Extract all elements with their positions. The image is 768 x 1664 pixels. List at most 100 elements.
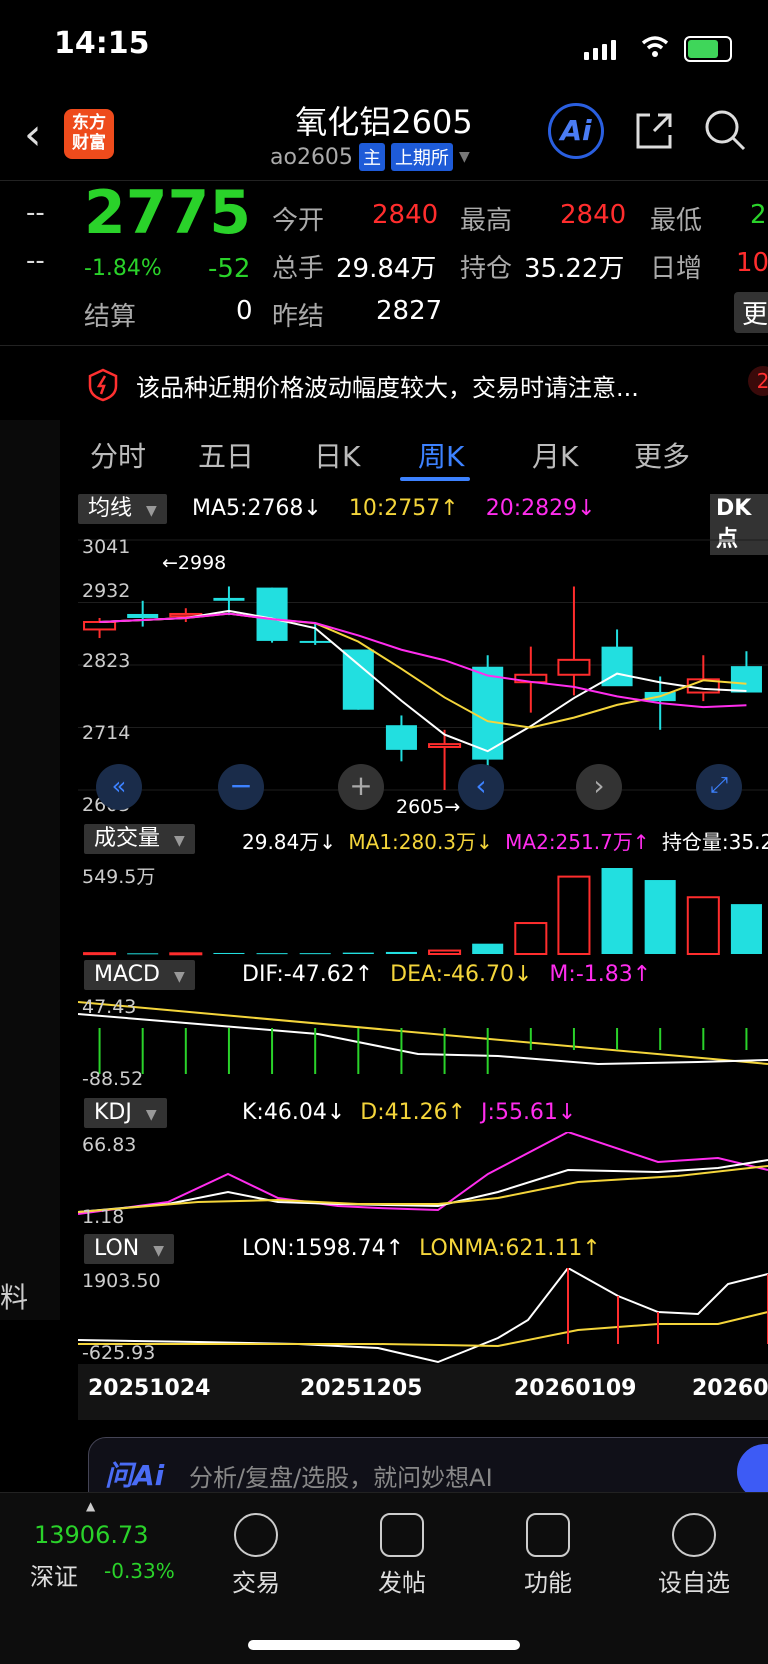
y-label: -625.93 — [82, 1342, 156, 1364]
oi-summary: 持仓量:35.22 — [661, 830, 768, 854]
nav-add-watchlist[interactable]: 设自选 — [644, 1513, 744, 1598]
main-contract-tag: 主 — [358, 143, 385, 171]
nav-label: 交易 — [232, 1569, 280, 1597]
prev-settle-label: 昨结 — [272, 302, 325, 332]
macd-chart[interactable] — [78, 994, 768, 1090]
risk-notice[interactable]: 该品种近期价格波动幅度较大，交易时请注意... 2 — [0, 350, 768, 420]
bottom-nav: ▲ 13906.73 深证 -0.33% 交易 发帖 功能 设自选 — [0, 1492, 768, 1664]
volume-bar[interactable] — [213, 952, 245, 954]
volume-bar[interactable] — [169, 952, 203, 956]
candle-body[interactable] — [256, 587, 288, 641]
yen-icon — [234, 1513, 278, 1557]
candle-body[interactable] — [342, 649, 374, 710]
nav-trade[interactable]: 交易 — [206, 1513, 306, 1598]
edit-icon — [380, 1513, 424, 1557]
lon-indicator-select[interactable]: LON ▼ — [84, 1234, 175, 1264]
volume-bar[interactable] — [385, 951, 417, 954]
candle-body[interactable] — [428, 743, 462, 748]
macd-m: M:-1.83↑ — [549, 962, 652, 987]
more-dots-icon — [672, 1513, 716, 1557]
header: ‹ 东方财富 氧化铝2605 ao2605 主 上期所 ▼ Ai — [0, 95, 768, 181]
volume-bar[interactable] — [601, 868, 633, 954]
zoom-out-icon[interactable]: − — [218, 764, 264, 810]
ma5-line — [99, 609, 747, 753]
nav-post[interactable]: 发帖 — [352, 1513, 452, 1598]
x-axis: 20251024 20251205 20260109 20260 — [78, 1364, 768, 1420]
kdj-chart[interactable] — [78, 1132, 768, 1228]
tab-more[interactable]: 更多 — [634, 435, 690, 475]
kdj-j: J:55.61↓ — [481, 1100, 577, 1125]
exchange-tag: 上期所 — [390, 143, 453, 171]
kdj-indicator-select[interactable]: KDJ ▼ — [84, 1098, 167, 1128]
high-value: 2840 — [560, 200, 627, 230]
tab-five-day[interactable]: 五日 — [198, 435, 254, 475]
volume-bar[interactable] — [644, 880, 676, 954]
volume-bar[interactable] — [127, 953, 159, 955]
oi-label: 持仓 — [460, 254, 513, 284]
ai-button[interactable]: Ai — [548, 103, 604, 159]
candle-body[interactable] — [730, 666, 762, 693]
macd-dif: DIF:-47.62↑ — [242, 962, 374, 987]
high-marker: ←2998 — [162, 552, 227, 574]
caret-down-icon: ▼ — [153, 1243, 165, 1259]
volume-label: 总手 — [272, 254, 325, 284]
volume-bar[interactable] — [514, 922, 548, 955]
grid-icon — [526, 1513, 570, 1557]
volume-bar[interactable] — [83, 952, 117, 956]
more-button[interactable]: 更 — [734, 292, 768, 333]
tab-daily-k[interactable]: 日K — [314, 435, 360, 475]
volume-chart[interactable] — [78, 858, 768, 956]
volume-indicator-select[interactable]: 成交量 ▼ — [84, 824, 195, 854]
candle-body[interactable] — [385, 725, 417, 750]
nav-functions[interactable]: 功能 — [498, 1513, 598, 1598]
candle-body[interactable] — [127, 613, 159, 618]
y-label: 2714 — [82, 722, 131, 744]
contract-subtitle[interactable]: ao2605 主 上期所 ▼ — [270, 143, 470, 171]
tab-weekly-k[interactable]: 周K — [418, 435, 464, 475]
lon-chart[interactable] — [78, 1268, 768, 1364]
caret-down-icon: ▼ — [173, 969, 185, 985]
caret-down-icon: ▼ — [146, 503, 157, 519]
volume-bar[interactable] — [299, 953, 331, 955]
volume-bar[interactable] — [730, 904, 762, 954]
search-icon[interactable] — [702, 107, 748, 153]
change-value: -52 — [208, 254, 251, 284]
zoom-in-icon[interactable]: + — [338, 764, 384, 810]
volume-bar[interactable] — [256, 953, 288, 955]
y-label: 1.18 — [82, 1206, 125, 1228]
candle-body[interactable] — [83, 620, 117, 631]
x-date: 20251205 — [300, 1376, 423, 1401]
rewind-icon[interactable]: « — [96, 764, 142, 810]
vol-ma2: MA2:251.7万↑ — [505, 830, 650, 854]
open-value: 2840 — [372, 200, 439, 230]
volume-value: 29.84万↓ — [242, 830, 337, 854]
left-dash: -- — [26, 246, 45, 276]
y-label: 66.83 — [82, 1134, 137, 1156]
active-tab-indicator — [400, 477, 470, 481]
ma-indicator-select[interactable]: 均线 ▼ — [78, 494, 167, 524]
side-panel[interactable]: 料 — [0, 420, 60, 1320]
volume-bar[interactable] — [557, 875, 591, 956]
step-forward-icon[interactable]: › — [576, 764, 622, 810]
ma10-line — [99, 612, 747, 729]
y-label: 2823 — [82, 650, 131, 672]
candle-body[interactable] — [213, 597, 245, 601]
candle-body[interactable] — [299, 640, 331, 643]
ma20-label: 20:2829↓ — [485, 496, 596, 521]
volume-bar[interactable] — [342, 952, 374, 954]
shield-warning-icon — [88, 368, 118, 402]
x-date: 20260 — [692, 1376, 768, 1401]
settle-label: 结算 — [84, 302, 137, 332]
step-back-icon[interactable]: ‹ — [458, 764, 504, 810]
home-indicator — [248, 1640, 520, 1650]
share-icon[interactable] — [632, 109, 676, 153]
tab-minute[interactable]: 分时 — [90, 435, 146, 475]
macd-indicator-select[interactable]: MACD ▼ — [84, 960, 195, 990]
tab-monthly-k[interactable]: 月K — [532, 435, 578, 475]
candle-body[interactable] — [557, 658, 591, 676]
volume-bar[interactable] — [428, 949, 462, 955]
volume-bar[interactable] — [686, 896, 720, 955]
volume-bar[interactable] — [472, 943, 504, 954]
fullscreen-icon[interactable]: ⤢ — [696, 764, 742, 810]
kdj-d: D:41.26↑ — [360, 1100, 467, 1125]
